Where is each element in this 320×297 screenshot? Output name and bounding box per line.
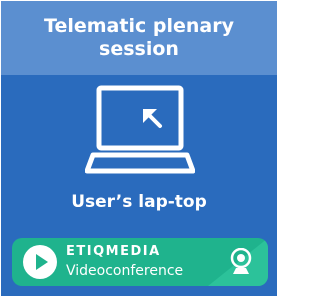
webcam-icon: [230, 248, 252, 274]
cursor-icon: [143, 109, 162, 128]
device-label: User’s lap-top: [71, 192, 207, 212]
play-icon: [23, 245, 57, 279]
brand-name: ETIQMEDIA: [66, 244, 161, 259]
brand-subtitle: Videoconference: [66, 263, 184, 279]
card-title: Telematic plenary session: [44, 15, 234, 60]
card-header: Telematic plenary session: [1, 1, 277, 75]
telematic-session-card: Telematic plenary session User’s lap-top…: [1, 1, 277, 296]
brand-banner: ETIQMEDIA Videoconference: [12, 238, 268, 286]
laptop-icon: [85, 85, 195, 174]
